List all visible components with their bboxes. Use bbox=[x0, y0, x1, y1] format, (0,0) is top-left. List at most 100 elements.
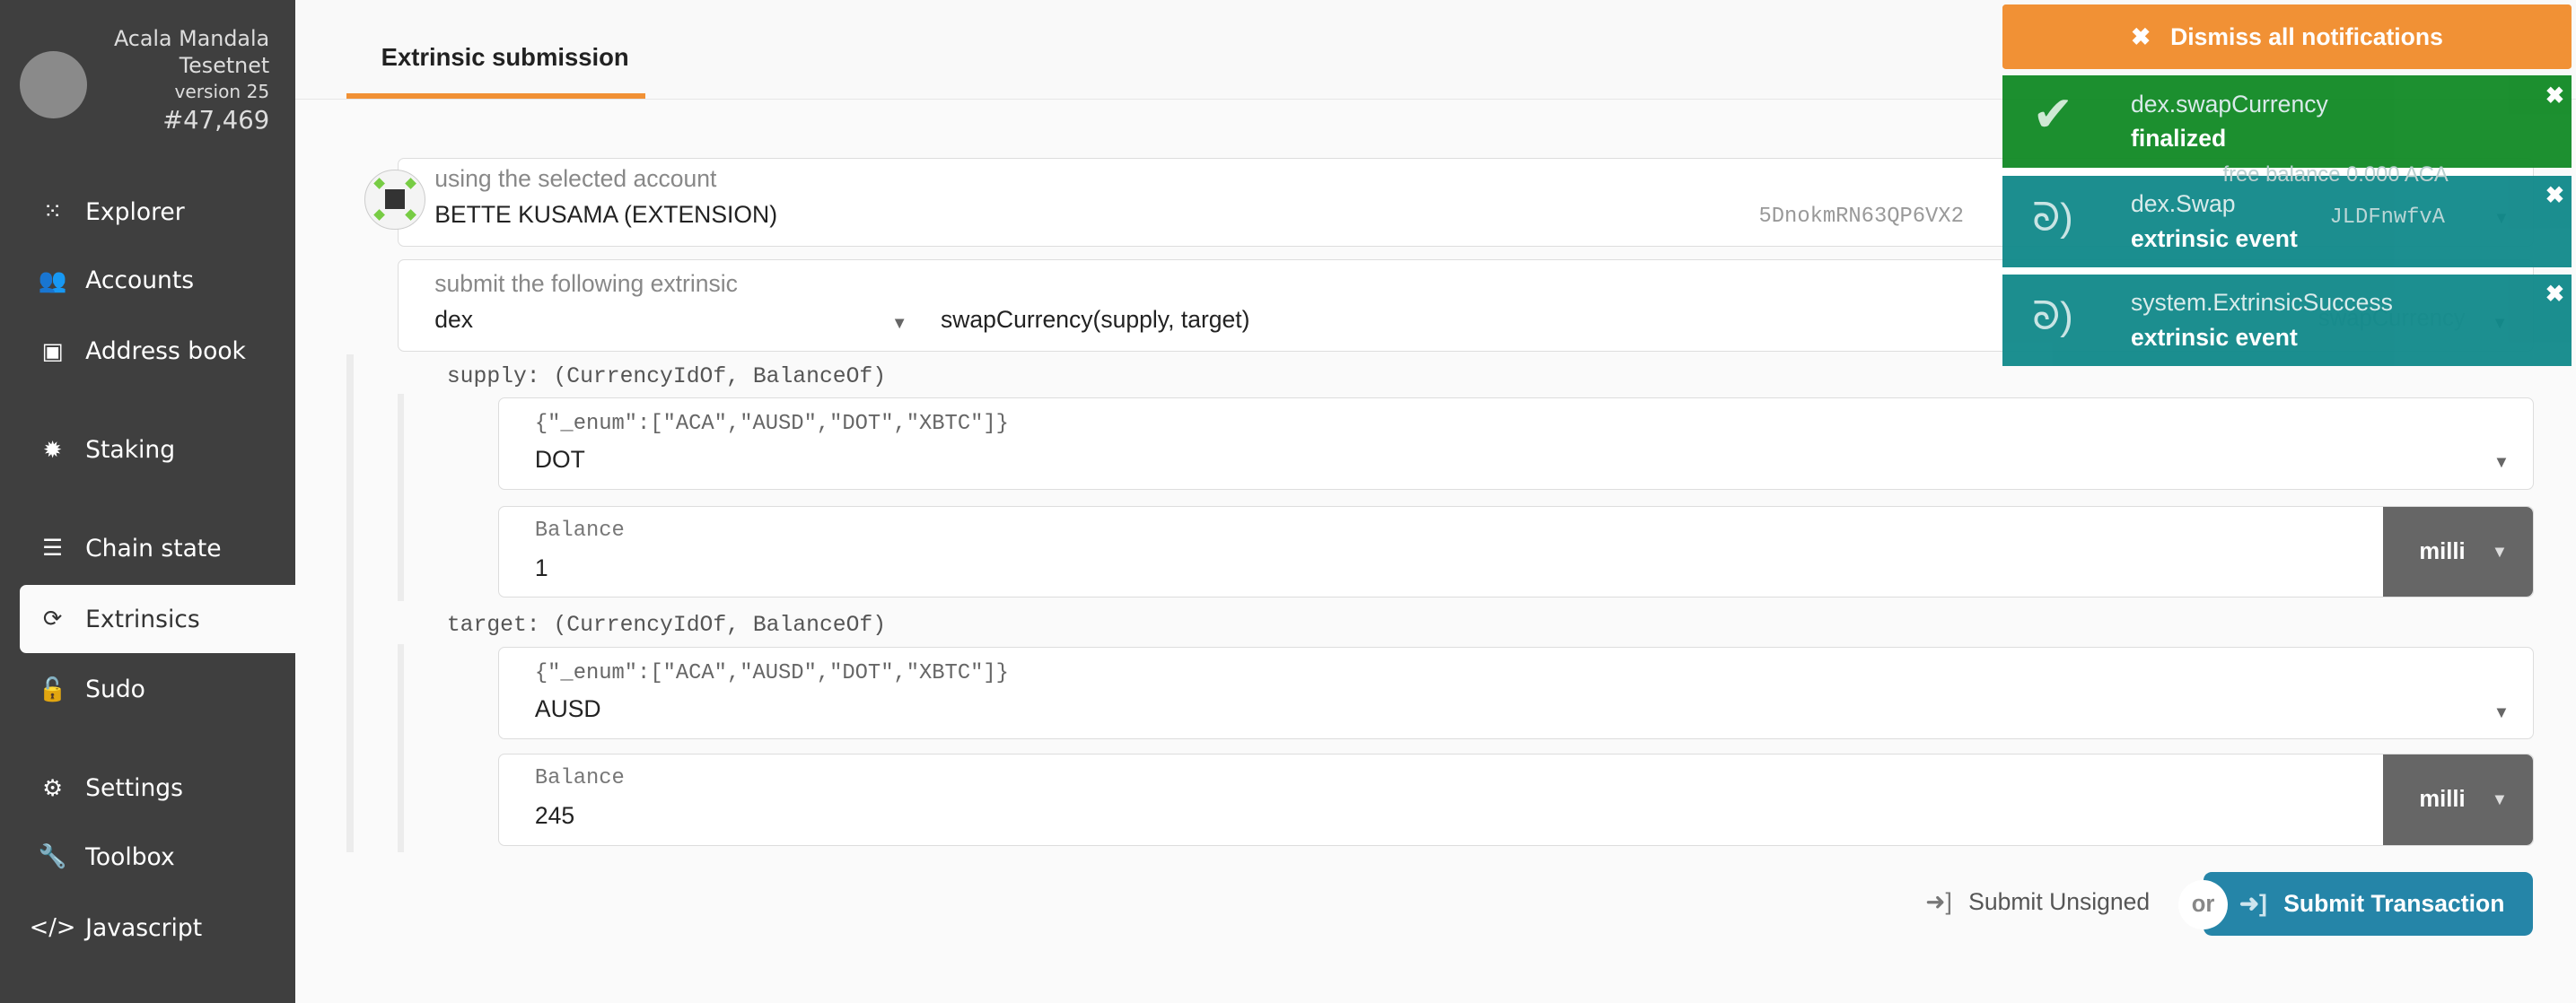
param-supply-label: supply: (CurrencyIdOf, BalanceOf) bbox=[446, 364, 887, 390]
check-icon: ✔ bbox=[2032, 86, 2074, 143]
balance-value: 245 bbox=[534, 802, 575, 830]
sidebar: Acala Mandala Tesetnet version 25 #47,46… bbox=[0, 0, 296, 1003]
close-icon[interactable]: ✖ bbox=[2545, 182, 2564, 209]
runtime-version: version 25 bbox=[174, 80, 270, 102]
supply-currency-dropdown[interactable]: {"_enum":["ACA","AUSD","DOT","XBTC"]} DO… bbox=[497, 397, 2534, 490]
identicon-dot bbox=[405, 178, 417, 190]
label: Javascript bbox=[85, 913, 203, 942]
code-icon: </> bbox=[29, 914, 76, 942]
param-indent-bar bbox=[397, 643, 405, 852]
sign-in-icon: ➜] bbox=[2239, 890, 2267, 918]
free-balance: free balance 0.000 ACA bbox=[2222, 162, 2449, 188]
enum-label: {"_enum":["ACA","AUSD","DOT","XBTC"]} bbox=[534, 411, 1009, 436]
notification-status: extrinsic event bbox=[2131, 224, 2298, 252]
notification-finalized: ✔ dex.swapCurrency finalized ✖ bbox=[2002, 75, 2572, 168]
supply-unit-dropdown[interactable]: milli ▼ bbox=[2383, 506, 2533, 597]
tab-extrinsic-submission[interactable]: Extrinsic submission bbox=[381, 43, 629, 72]
sidebar-item-chain-state[interactable]: ☰ Chain state bbox=[20, 514, 296, 583]
sync-icon: ⟳ bbox=[42, 606, 63, 633]
explorer-icon: ⁙ bbox=[42, 198, 63, 226]
chain-name-2: Tesetnet bbox=[179, 52, 270, 78]
chevron-down-icon: ▼ bbox=[2493, 452, 2510, 472]
notification-title: dex.swapCurrency bbox=[2131, 90, 2328, 118]
balance-label: Balance bbox=[534, 765, 625, 790]
label: Explorer bbox=[85, 197, 185, 226]
label: Settings bbox=[85, 774, 183, 803]
account-address: 5DnokmRN63QP6VX2 bbox=[1758, 204, 1964, 229]
sidebar-item-settings[interactable]: ⚙ Settings bbox=[20, 754, 296, 823]
active-tab-indicator bbox=[346, 93, 646, 99]
sidebar-item-extrinsics[interactable]: ⟳ Extrinsics bbox=[19, 584, 296, 654]
close-icon: ✖ bbox=[2130, 22, 2151, 50]
address-book-icon: ▣ bbox=[41, 337, 64, 365]
sidebar-item-explorer[interactable]: ⁙ Explorer bbox=[20, 178, 296, 247]
submit-unsigned-button[interactable]: ➜] Submit Unsigned bbox=[1925, 888, 2150, 916]
notification-title: dex.Swap bbox=[2131, 190, 2236, 218]
target-balance-input[interactable]: Balance 245 milli ▼ bbox=[497, 754, 2534, 846]
chevron-down-icon: ▼ bbox=[891, 312, 908, 332]
section-value: dex bbox=[434, 306, 473, 334]
target-unit-dropdown[interactable]: milli ▼ bbox=[2383, 754, 2533, 845]
target-currency-dropdown[interactable]: {"_enum":["ACA","AUSD","DOT","XBTC"]} AU… bbox=[497, 647, 2534, 739]
unit-label: milli bbox=[2419, 538, 2466, 564]
param-target-label: target: (CurrencyIdOf, BalanceOf) bbox=[446, 612, 887, 638]
database-icon: ☰ bbox=[42, 535, 64, 563]
cogs-icon: ⚙ bbox=[42, 774, 64, 802]
balance-label: Balance bbox=[534, 518, 625, 543]
best-block: #47,469 bbox=[162, 106, 270, 135]
close-icon[interactable]: ✖ bbox=[2545, 83, 2564, 109]
notification-event: ᘐ) dex.Swap extrinsic event ✖ bbox=[2002, 175, 2572, 268]
chain-name-1: Acala Mandala bbox=[113, 26, 270, 52]
identicon[interactable] bbox=[364, 169, 426, 231]
account-name: BETTE KUSAMA (EXTENSION) bbox=[434, 201, 778, 229]
label: Submit Unsigned bbox=[1968, 888, 2151, 916]
sidebar-item-toolbox[interactable]: 🔧 Toolbox bbox=[20, 823, 296, 892]
sidebar-item-javascript[interactable]: </> Javascript bbox=[20, 894, 296, 963]
section-dropdown[interactable]: dex ▼ bbox=[399, 260, 921, 351]
sidebar-item-address-book[interactable]: ▣ Address book bbox=[20, 317, 296, 386]
label: Sudo bbox=[85, 676, 145, 704]
identicon-dot bbox=[373, 209, 386, 222]
assistive-listening-icon: ᘐ) bbox=[2032, 195, 2073, 240]
account-label: using the selected account bbox=[434, 165, 717, 193]
sidebar-item-accounts[interactable]: 👥 Accounts bbox=[20, 247, 296, 316]
dismiss-all-notifications-button[interactable]: ✖ Dismiss all notifications bbox=[2002, 4, 2572, 69]
submit-transaction-button[interactable]: ➜] Submit Transaction bbox=[2203, 871, 2534, 937]
or-divider: or bbox=[2178, 880, 2229, 929]
chevron-down-icon: ▼ bbox=[2493, 702, 2510, 721]
sidebar-item-staking[interactable]: ✹ Staking bbox=[20, 415, 296, 484]
label: Extrinsics bbox=[85, 605, 200, 633]
identicon-dot bbox=[405, 209, 417, 222]
label: Address book bbox=[85, 337, 246, 366]
enum-label: {"_enum":["ACA","AUSD","DOT","XBTC"]} bbox=[534, 660, 1009, 685]
identicon-dot bbox=[373, 178, 386, 190]
enum-value: AUSD bbox=[534, 695, 601, 723]
label: Toolbox bbox=[85, 842, 175, 871]
notification-status: extrinsic event bbox=[2131, 323, 2298, 351]
chain-logo[interactable] bbox=[19, 50, 87, 118]
unit-label: milli bbox=[2419, 786, 2466, 812]
label: Dismiss all notifications bbox=[2170, 22, 2443, 50]
label: Staking bbox=[85, 436, 176, 465]
identicon-center bbox=[385, 189, 406, 210]
account-address-tail: JLDFnwfvA bbox=[2329, 205, 2445, 230]
close-icon[interactable]: ✖ bbox=[2545, 281, 2564, 308]
supply-balance-input[interactable]: Balance 1 milli ▼ bbox=[497, 505, 2534, 598]
notification-status: finalized bbox=[2131, 125, 2227, 153]
chevron-down-icon: ▼ bbox=[2491, 542, 2508, 562]
certificate-icon: ✹ bbox=[42, 436, 63, 464]
notification-event: ᘐ) system.ExtrinsicSuccess extrinsic eve… bbox=[2002, 274, 2572, 367]
chevron-down-icon: ▼ bbox=[2491, 789, 2508, 809]
method-value: swapCurrency(supply, target) bbox=[940, 306, 1250, 334]
users-icon: 👥 bbox=[38, 266, 67, 294]
label: Accounts bbox=[85, 266, 195, 295]
param-indent-bar bbox=[397, 394, 405, 601]
sidebar-item-sudo[interactable]: 🔓 Sudo bbox=[20, 655, 296, 724]
wrench-icon: 🔧 bbox=[38, 843, 67, 871]
balance-value: 1 bbox=[534, 554, 548, 581]
enum-value: DOT bbox=[534, 446, 585, 474]
unlock-icon: 🔓 bbox=[38, 676, 67, 703]
label: Chain state bbox=[85, 534, 222, 563]
assistive-listening-icon: ᘐ) bbox=[2032, 293, 2073, 338]
label: Submit Transaction bbox=[2283, 890, 2505, 918]
